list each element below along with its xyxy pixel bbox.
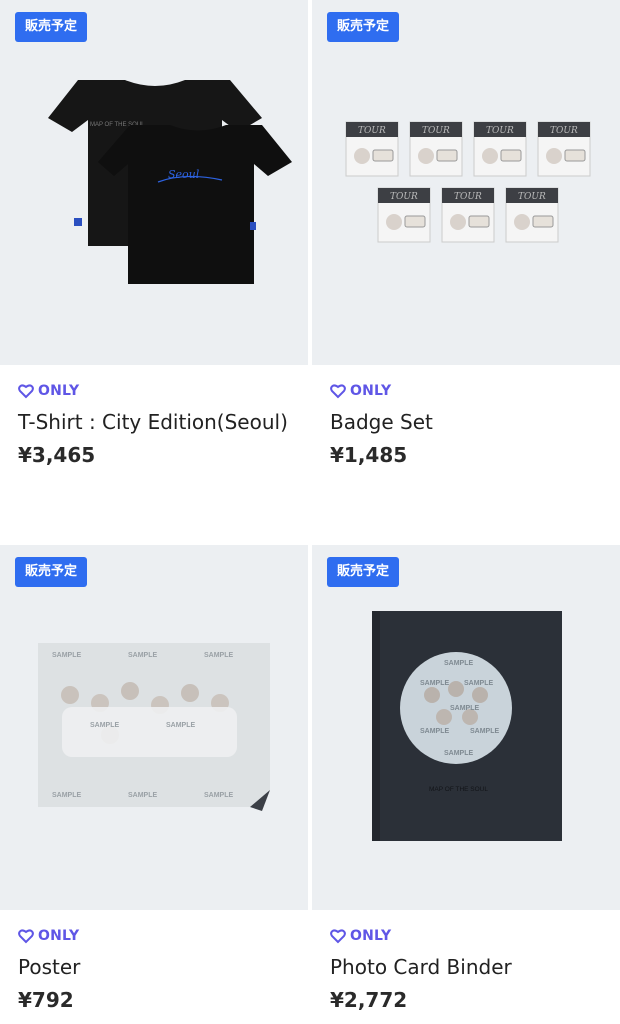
svg-text:TOUR: TOUR bbox=[550, 126, 578, 136]
svg-text:SAMPLE: SAMPLE bbox=[128, 792, 158, 799]
svg-text:SAMPLE: SAMPLE bbox=[166, 722, 196, 729]
product-price: ¥3,465 bbox=[18, 443, 96, 467]
product-image-photo-card-binder[interactable]: SAMPLE SAMPLE SAMPLE SAMPLE SAMPLE SAMPL… bbox=[312, 545, 620, 910]
product-name[interactable]: Poster bbox=[18, 955, 80, 979]
product-card-photo-card-binder[interactable]: SAMPLE SAMPLE SAMPLE SAMPLE SAMPLE SAMPL… bbox=[312, 545, 620, 1024]
heart-shield-icon bbox=[330, 929, 346, 944]
status-badge: 販売予定 bbox=[15, 12, 88, 42]
status-badge: 販売予定 bbox=[15, 557, 88, 587]
svg-text:SAMPLE: SAMPLE bbox=[52, 792, 82, 799]
svg-text:TOUR: TOUR bbox=[358, 126, 386, 136]
heart-shield-icon bbox=[18, 929, 34, 944]
product-image-poster[interactable]: SAMPLE SAMPLE SAMPLE SAMPLE SAMPLE SAMPL… bbox=[0, 545, 308, 910]
svg-text:TOUR: TOUR bbox=[486, 126, 514, 136]
binder-illustration: SAMPLE SAMPLE SAMPLE SAMPLE SAMPLE SAMPL… bbox=[372, 611, 562, 841]
product-card-badge-set[interactable]: TOUR TOUR TOUR TOUR TOUR TOUR TOUR 販売予定 … bbox=[312, 0, 620, 500]
product-price: ¥1,485 bbox=[330, 443, 408, 467]
badge-set-illustration: TOUR TOUR TOUR TOUR TOUR TOUR TOUR bbox=[345, 121, 591, 243]
product-image-badge-set[interactable]: TOUR TOUR TOUR TOUR TOUR TOUR TOUR 販売予定 bbox=[312, 0, 620, 365]
svg-text:SAMPLE: SAMPLE bbox=[420, 728, 450, 735]
svg-text:SAMPLE: SAMPLE bbox=[450, 705, 480, 712]
product-price: ¥2,772 bbox=[330, 988, 408, 1012]
status-badge: 販売予定 bbox=[327, 557, 400, 587]
tshirt-illustration: MAP OF THE SOUL Seoul bbox=[48, 80, 292, 284]
svg-text:SAMPLE: SAMPLE bbox=[420, 680, 450, 687]
poster-illustration: SAMPLE SAMPLE SAMPLE SAMPLE SAMPLE SAMPL… bbox=[38, 643, 270, 811]
only-label: ONLY bbox=[18, 383, 79, 399]
product-card-tshirt[interactable]: MAP OF THE SOUL Seoul 販売予定 ONLY T-Shirt … bbox=[0, 0, 308, 500]
svg-text:SAMPLE: SAMPLE bbox=[464, 680, 494, 687]
heart-shield-icon bbox=[18, 384, 34, 399]
svg-text:SAMPLE: SAMPLE bbox=[444, 660, 474, 667]
product-name[interactable]: Photo Card Binder bbox=[330, 955, 512, 979]
svg-text:SAMPLE: SAMPLE bbox=[52, 652, 82, 659]
only-label: ONLY bbox=[330, 383, 391, 399]
svg-text:SAMPLE: SAMPLE bbox=[204, 792, 234, 799]
svg-text:SAMPLE: SAMPLE bbox=[128, 652, 158, 659]
product-image-tshirt[interactable]: MAP OF THE SOUL Seoul 販売予定 bbox=[0, 0, 308, 365]
status-badge: 販売予定 bbox=[327, 12, 400, 42]
svg-text:TOUR: TOUR bbox=[518, 192, 546, 202]
svg-text:MAP OF THE SOUL: MAP OF THE SOUL bbox=[429, 786, 488, 793]
svg-text:SAMPLE: SAMPLE bbox=[444, 750, 474, 757]
product-name[interactable]: Badge Set bbox=[330, 410, 433, 434]
svg-text:TOUR: TOUR bbox=[454, 192, 482, 202]
svg-text:TOUR: TOUR bbox=[422, 126, 450, 136]
svg-text:SAMPLE: SAMPLE bbox=[470, 728, 500, 735]
product-name[interactable]: T-Shirt : City Edition(Seoul) bbox=[18, 410, 288, 434]
svg-text:Seoul: Seoul bbox=[168, 168, 200, 181]
only-label: ONLY bbox=[330, 928, 391, 944]
product-price: ¥792 bbox=[18, 988, 74, 1012]
heart-shield-icon bbox=[330, 384, 346, 399]
svg-text:SAMPLE: SAMPLE bbox=[90, 722, 120, 729]
only-label: ONLY bbox=[18, 928, 79, 944]
svg-text:TOUR: TOUR bbox=[390, 192, 418, 202]
product-card-poster[interactable]: SAMPLE SAMPLE SAMPLE SAMPLE SAMPLE SAMPL… bbox=[0, 545, 308, 1024]
svg-text:SAMPLE: SAMPLE bbox=[204, 652, 234, 659]
